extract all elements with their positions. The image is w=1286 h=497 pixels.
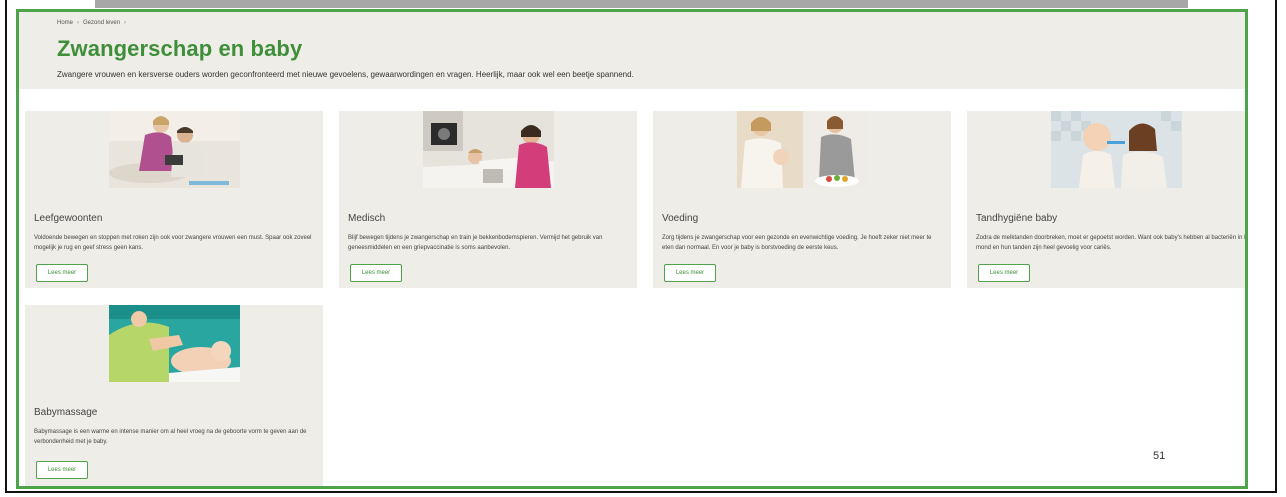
breadcrumb: Home › Gezond leven › (57, 20, 126, 26)
card-title: Medisch (348, 213, 386, 224)
top-bar (95, 0, 1188, 8)
lees-meer-button[interactable]: Lees meer (664, 264, 716, 282)
card-title: Voeding (662, 213, 699, 224)
card-image (737, 111, 868, 188)
breadcrumb-home[interactable]: Home (57, 20, 73, 26)
card-title: Babymassage (34, 407, 98, 418)
page-title: Zwangerschap en baby (57, 36, 303, 61)
card-image (1051, 111, 1182, 188)
breadcrumb-separator: › (77, 20, 80, 26)
breadcrumb-separator: › (124, 20, 127, 26)
lees-meer-button[interactable]: Lees meer (978, 264, 1030, 282)
card-text: Zodra de melktanden doorbreken, moet er … (976, 235, 1248, 251)
card-image (423, 111, 554, 188)
card-text: Babymassage is een warme en intense mani… (34, 429, 307, 445)
page-number: 51 (1153, 450, 1166, 462)
hero-banner: Home › Gezond leven › Zwangerschap en ba… (19, 12, 1245, 89)
card-text: Voldoende bewegen en stoppen met roken z… (34, 235, 312, 251)
card-babymassage: Babymassage Babymassage is een warme en … (25, 305, 323, 486)
page-intro: Zwangere vrouwen en kersverse ouders wor… (57, 70, 634, 79)
lees-meer-button[interactable]: Lees meer (350, 264, 402, 282)
card-image (109, 111, 240, 188)
card-title: Tandhygiëne baby (976, 213, 1058, 224)
card-leefgewoonten: Leefgewoonten Voldoende bewegen en stopp… (25, 111, 323, 288)
lees-meer-button[interactable]: Lees meer (36, 461, 88, 479)
card-image (109, 305, 240, 382)
card-voeding: Voeding Zorg tijdens je zwangerschap voo… (653, 111, 951, 288)
card-text: Blijf bewegen tijdens je zwangerschap en… (348, 235, 603, 251)
card-text: Zorg tijdens je zwangerschap voor een ge… (662, 235, 932, 251)
card-title: Leefgewoonten (34, 213, 103, 224)
screenshot-frame: Home › Gezond leven › Zwangerschap en ba… (16, 9, 1248, 489)
breadcrumb-gezond-leven[interactable]: Gezond leven (83, 20, 120, 26)
card-tandhygiene-baby: Tandhygiëne baby Zodra de melktanden doo… (967, 111, 1248, 288)
card-medisch: Medisch Blijf bewegen tijdens je zwanger… (339, 111, 637, 288)
lees-meer-button[interactable]: Lees meer (36, 264, 88, 282)
